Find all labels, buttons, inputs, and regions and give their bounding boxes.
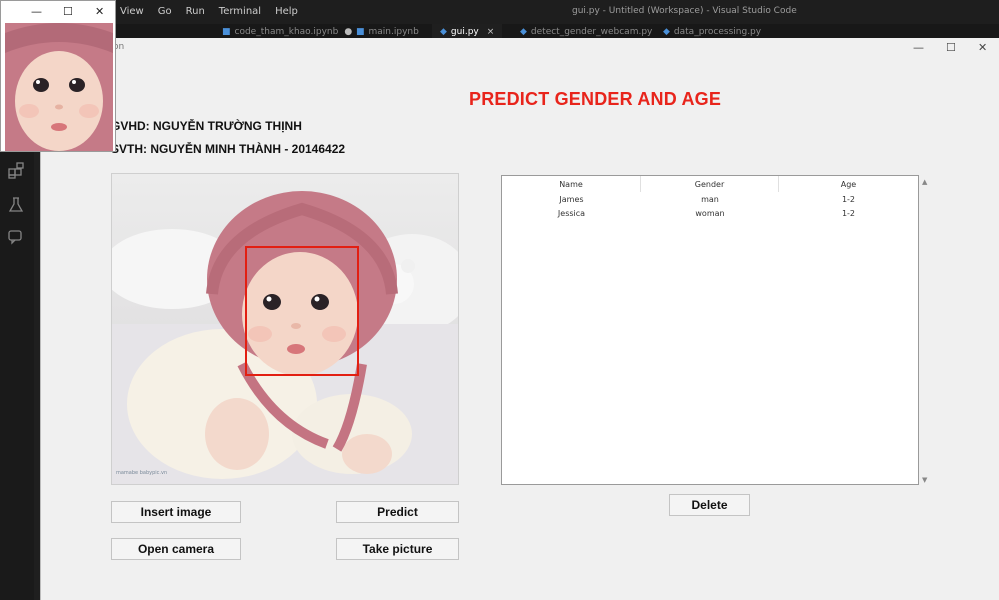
extensions-icon[interactable] — [7, 162, 25, 180]
vscode-titlebar: View Go Run Terminal Help gui.py - Untit… — [0, 0, 999, 24]
maximize-icon[interactable]: ☐ — [946, 41, 956, 54]
baby-face-crop — [5, 23, 113, 151]
tab-gui[interactable]: ◆ gui.py × — [432, 24, 503, 38]
app-window: on — ☐ ✕ PREDICT GENDER AND AGE GVHD: NG… — [40, 38, 999, 600]
cell-name: James — [559, 194, 584, 204]
scroll-up-arrow-icon[interactable]: ▲ — [922, 178, 927, 186]
cell-gender: man — [701, 194, 719, 204]
tab-label: gui.py — [450, 27, 479, 37]
menu-help[interactable]: Help — [275, 6, 298, 17]
menu-view[interactable]: View — [120, 6, 144, 17]
preview-minimize-icon[interactable]: — — [31, 5, 42, 18]
preview-window: — ☐ ✕ — [0, 0, 116, 152]
testing-flask-icon[interactable] — [7, 196, 25, 214]
photo-display: mamabe babypic.vn — [111, 173, 459, 485]
scroll-down-arrow-icon[interactable]: ▼ — [922, 476, 927, 484]
cell-name: Jessica — [557, 208, 586, 218]
column-header-name[interactable]: Name — [502, 176, 641, 192]
vscode-menu-bar: View Go Run Terminal Help — [120, 6, 298, 17]
app-titlebar: on — ☐ ✕ — [41, 38, 999, 58]
close-icon[interactable]: ✕ — [978, 41, 987, 54]
cell-gender: woman — [695, 208, 725, 218]
tab-label: main.ipynb — [368, 27, 419, 37]
page-title: PREDICT GENDER AND AGE — [469, 89, 722, 109]
tab-label: detect_gender_webcam.py — [530, 27, 653, 37]
menu-terminal[interactable]: Terminal — [219, 6, 261, 17]
python-file-icon: ◆ — [440, 27, 447, 37]
column-header-gender[interactable]: Gender — [641, 176, 779, 192]
preview-close-icon[interactable]: ✕ — [95, 5, 104, 18]
cell-age: 1-2 — [841, 208, 856, 218]
column-header-age[interactable]: Age — [779, 176, 918, 192]
menu-run[interactable]: Run — [186, 6, 205, 17]
delete-button[interactable]: Delete — [669, 494, 750, 516]
tab-main[interactable]: ■ main.ipynb — [348, 24, 427, 38]
face-crop-preview — [5, 23, 113, 151]
preview-maximize-icon[interactable]: ☐ — [63, 5, 73, 18]
vscode-window-title: gui.py - Untitled (Workspace) - Visual S… — [572, 6, 797, 16]
take-picture-button[interactable]: Take picture — [336, 538, 459, 560]
cell-age: 1-2 — [841, 194, 856, 204]
menu-go[interactable]: Go — [158, 6, 172, 17]
results-table[interactable]: Name Gender Age James man 1-2 Jessica wo… — [501, 175, 919, 485]
open-camera-button[interactable]: Open camera — [111, 538, 241, 560]
notebook-icon: ■ — [222, 27, 231, 37]
tab-detect-gender-webcam[interactable]: ◆ detect_gender_webcam.py — [512, 24, 660, 38]
vscode-tab-bar: ■ code_tham_khao.ipynb ● ■ main.ipynb ◆ gui.… — [0, 24, 999, 38]
face-detection-box — [245, 246, 359, 376]
tab-close-icon[interactable]: × — [487, 27, 495, 37]
table-header: Name Gender Age — [502, 176, 918, 192]
predict-button[interactable]: Predict — [336, 501, 459, 523]
python-file-icon: ◆ — [520, 27, 527, 37]
student-label: SVTH: NGUYỄN MINH THÀNH - 20146422 — [111, 142, 346, 156]
tab-label: data_processing.py — [673, 27, 762, 37]
tab-code-tham-khao[interactable]: ■ code_tham_khao.ipynb ● — [214, 24, 360, 38]
chat-icon[interactable] — [7, 228, 25, 246]
notebook-icon: ■ — [356, 27, 365, 37]
insert-image-button[interactable]: Insert image — [111, 501, 241, 523]
minimize-icon[interactable]: — — [913, 41, 924, 54]
watermark-logo: mamabe babypic.vn — [116, 470, 168, 476]
supervisor-label: GVHD: NGUYỄN TRƯỜNG THỊNH — [111, 119, 302, 133]
tab-data-processing[interactable]: ◆ data_processing.py — [655, 24, 769, 38]
preview-titlebar: — ☐ ✕ — [1, 1, 115, 23]
tab-label: code_tham_khao.ipynb — [234, 27, 339, 37]
python-file-icon: ◆ — [663, 27, 670, 37]
